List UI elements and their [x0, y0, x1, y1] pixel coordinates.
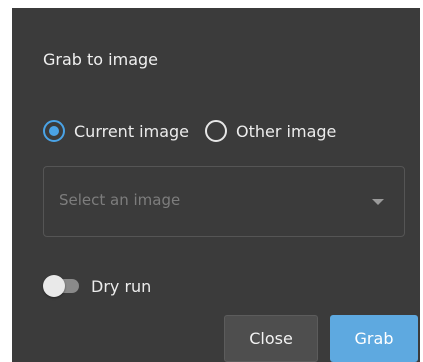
- image-source-radio-group: Current image Other image: [43, 118, 336, 144]
- grab-button[interactable]: Grab: [330, 315, 418, 362]
- toggle-thumb[interactable]: [43, 275, 65, 297]
- radio-unchecked-icon[interactable]: [205, 120, 228, 142]
- dry-run-label: Dry run: [91, 276, 152, 296]
- dry-run-toggle[interactable]: [43, 275, 79, 297]
- close-button[interactable]: Close: [224, 315, 318, 362]
- dry-run-row: Dry run: [43, 274, 151, 298]
- other-image-radio[interactable]: Other image: [205, 120, 336, 142]
- other-image-label: Other image: [236, 121, 337, 141]
- grab-to-image-dialog: Grab to image Current image Other image …: [12, 8, 420, 362]
- select-placeholder: Select an image: [59, 191, 181, 209]
- chevron-down-icon[interactable]: [372, 199, 384, 205]
- image-select[interactable]: Select an image: [43, 166, 405, 237]
- dialog-title: Grab to image: [43, 50, 159, 69]
- current-image-radio[interactable]: Current image: [43, 120, 189, 142]
- current-image-label: Current image: [74, 121, 190, 141]
- radio-checked-icon[interactable]: [43, 120, 65, 142]
